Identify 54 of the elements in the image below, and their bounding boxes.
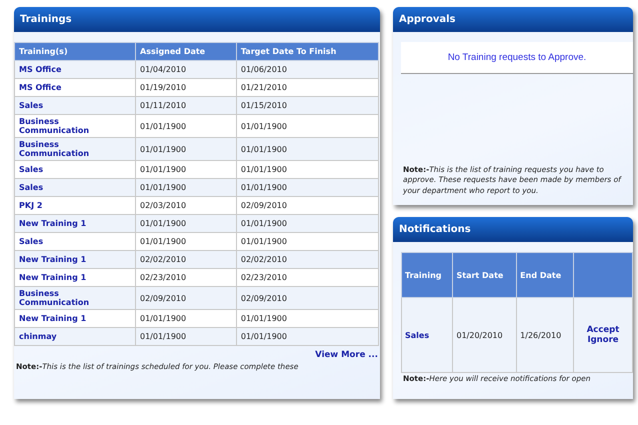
training-link[interactable]: Sales	[19, 183, 44, 192]
table-cell: 01/06/2010	[236, 60, 378, 78]
table-cell: 01/01/1900	[136, 214, 236, 232]
training-link[interactable]: Sales	[19, 237, 44, 246]
column-header: End Date	[516, 252, 574, 298]
table-cell: 02/02/2010	[136, 250, 236, 268]
training-link[interactable]: MS Office	[19, 83, 62, 92]
table-cell: 01/01/1900	[136, 114, 236, 138]
panel-title: Trainings	[20, 14, 72, 25]
training-link[interactable]: Sales	[405, 330, 430, 340]
training-link[interactable]: Sales	[19, 165, 44, 174]
column-header: Assigned Date	[136, 42, 236, 60]
table-cell: 01/21/2010	[236, 78, 378, 96]
action-link[interactable]: Accept	[577, 325, 629, 335]
table-cell: 01/01/1900	[236, 114, 378, 138]
table-cell: 01/11/2010	[136, 96, 236, 114]
action-link[interactable]: Ignore	[577, 335, 629, 345]
table-cell: 01/20/2010	[452, 298, 517, 372]
table-cell: 01/01/1900	[236, 328, 378, 346]
table-cell: 01/01/1900	[236, 160, 378, 178]
column-header: Target Date To Finish	[236, 42, 378, 60]
table-cell: 01/01/1900	[136, 178, 236, 196]
table-cell: 02/23/2010	[236, 268, 378, 286]
table-cell: 01/15/2010	[236, 96, 378, 114]
training-link[interactable]: Sales	[19, 101, 44, 110]
table-cell: 01/01/1900	[136, 328, 236, 346]
table-cell: 01/01/1900	[236, 178, 378, 196]
table-cell: 01/01/1900	[236, 310, 378, 328]
table-cell: 01/19/2010	[136, 78, 236, 96]
table-cell: 01/01/1900	[136, 138, 236, 160]
panel-title: Approvals	[399, 14, 456, 25]
table-cell: 01/04/2010	[136, 60, 236, 78]
view-more-link[interactable]: View More ...	[315, 350, 378, 360]
column-header: Training(s)	[14, 42, 136, 60]
table-cell: 01/01/1900	[136, 232, 236, 250]
table-cell: 01/01/1900	[236, 232, 378, 250]
table-cell: 02/23/2010	[136, 268, 236, 286]
empty-message: No Training requests to Approve.	[401, 42, 633, 74]
table-cell: 02/09/2010	[236, 196, 378, 214]
table-cell: 02/02/2010	[236, 250, 378, 268]
table-cell: 01/01/1900	[136, 310, 236, 328]
training-link[interactable]: PKJ 2	[19, 201, 42, 210]
table-cell: 01/01/1900	[236, 214, 378, 232]
table-cell: 02/09/2010	[136, 286, 236, 310]
panel-title: Notifications	[399, 224, 471, 235]
table-cell: 02/09/2010	[236, 286, 378, 310]
column-header: Training	[402, 252, 453, 298]
training-link[interactable]: MS Office	[19, 65, 62, 74]
table-cell: 01/01/1900	[136, 160, 236, 178]
training-link[interactable]: chinmay	[19, 332, 57, 341]
table-cell: 1/26/2010	[516, 298, 574, 372]
table-cell: 02/03/2010	[136, 196, 236, 214]
column-header: Start Date	[452, 252, 517, 298]
table-cell: 01/01/1900	[236, 138, 378, 160]
